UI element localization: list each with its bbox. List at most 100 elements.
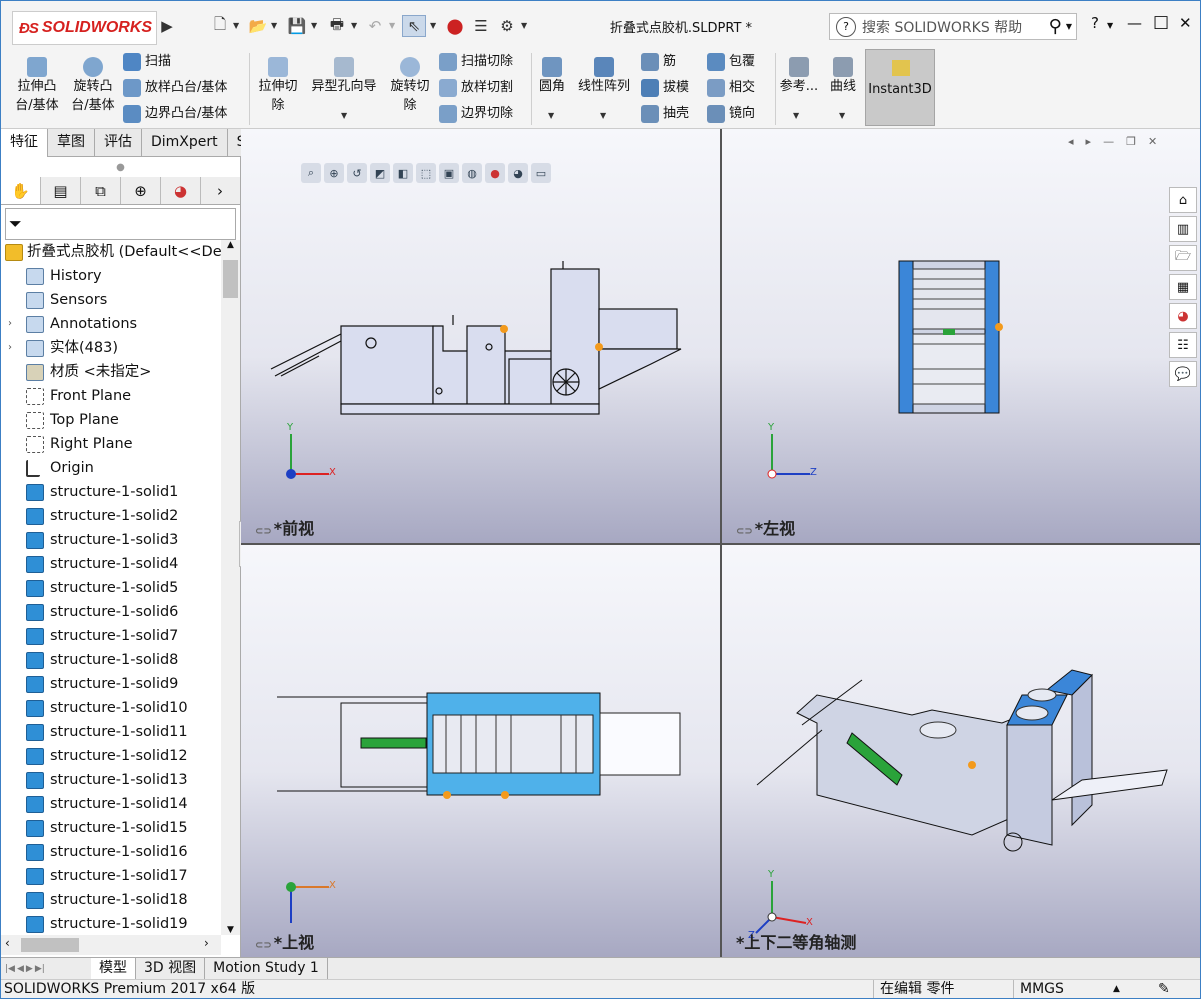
more-tabs-chevron-icon[interactable]: › — [201, 177, 239, 204]
tree-item[interactable]: structure-1-solid5 — [1, 576, 221, 600]
scroll-up-arrow-icon[interactable]: ▲ — [221, 240, 240, 250]
rib-button[interactable]: 筋 — [641, 52, 676, 72]
hole-wizard-button[interactable]: 异型孔向导 — [306, 57, 382, 96]
tab-2[interactable]: 评估 — [95, 129, 142, 157]
undo-icon[interactable]: ↶ — [363, 15, 387, 37]
tree-item[interactable]: structure-1-solid13 — [1, 768, 221, 792]
close-button[interactable]: ✕ — [1179, 14, 1192, 32]
horizontal-viewport-splitter[interactable] — [241, 543, 1200, 545]
expand-menu-arrow-icon[interactable]: ▶ — [159, 15, 175, 37]
mirror-button[interactable]: 镜向 — [707, 104, 755, 124]
help-search-box[interactable]: ? 搜索 SOLIDWORKS 帮助 ⚲ ▼ — [829, 13, 1077, 40]
link-views-icon[interactable]: ⊂⊃ — [255, 526, 272, 537]
tree-item[interactable]: Origin — [1, 456, 221, 480]
search-input[interactable]: 搜索 SOLIDWORKS 帮助 — [862, 17, 1049, 37]
viewport-window-controls[interactable]: ◂▸—❐✕ — [1068, 135, 1169, 148]
minimize-button[interactable]: — — [1127, 14, 1142, 32]
display-manager-tab-icon[interactable]: ◕ — [161, 177, 201, 204]
viewport-top[interactable]: X ⊂⊃ *上视 — [241, 545, 720, 957]
undo-dropdown-arrow-icon[interactable]: ▼ — [389, 21, 395, 30]
print-icon[interactable]: 🖶 — [325, 15, 349, 37]
tree-item[interactable]: structure-1-solid3 — [1, 528, 221, 552]
restore-view-icon[interactable]: ❐ — [1126, 135, 1148, 148]
viewport-left[interactable]: Y Z ◂▸—❐✕ ⊂⊃ *左视 — [722, 129, 1200, 543]
sweep-button[interactable]: 扫描 — [123, 52, 171, 72]
tree-item[interactable]: structure-1-solid9 — [1, 672, 221, 696]
configuration-manager-tab-icon[interactable]: ⧉ — [81, 177, 121, 204]
file-properties-icon[interactable]: ☰ — [469, 15, 493, 37]
file-explorer-icon[interactable]: 🗁 — [1169, 245, 1197, 271]
tree-item[interactable]: Sensors — [1, 288, 221, 312]
appearances-scenes-icon[interactable]: ◕ — [1169, 303, 1197, 329]
tree-item[interactable]: Top Plane — [1, 408, 221, 432]
revolve-cut-button[interactable]: 旋转切除 — [387, 57, 433, 115]
select-pointer-icon[interactable]: ⇖ — [402, 15, 426, 37]
tree-item[interactable]: structure-1-solid19 — [1, 912, 221, 935]
units-dropdown-arrow-icon[interactable]: ▲ — [1113, 980, 1120, 998]
tree-item[interactable]: structure-1-solid16 — [1, 840, 221, 864]
tree-item[interactable]: structure-1-solid6 — [1, 600, 221, 624]
tree-item[interactable]: structure-1-solid11 — [1, 720, 221, 744]
status-message-icon[interactable]: ✎ — [1158, 980, 1170, 998]
fillet-button[interactable]: 圆角 — [537, 57, 567, 96]
options-dropdown-arrow-icon[interactable]: ▼ — [521, 21, 527, 30]
boundary-boss-button[interactable]: 边界凸台/基体 — [123, 104, 227, 124]
wrap-button[interactable]: 包覆 — [707, 52, 755, 72]
view-palette-icon[interactable]: ▦ — [1169, 274, 1197, 300]
save-dropdown-arrow-icon[interactable]: ▼ — [311, 21, 317, 30]
minimize-view-icon[interactable]: — — [1103, 135, 1126, 148]
graphics-area[interactable]: Y X ⊂⊃ *前视 Y Z ◂▸—❐✕ ⊂⊃ *左视 X ⊂⊃ *上视 Y X… — [241, 129, 1200, 957]
lofted-cut-button[interactable]: 放样切割 — [439, 78, 513, 98]
tree-item[interactable]: structure-1-solid2 — [1, 504, 221, 528]
tab-0[interactable]: 特征 — [1, 129, 48, 157]
tab-1[interactable]: 草图 — [48, 129, 95, 157]
tree-item[interactable]: structure-1-solid14 — [1, 792, 221, 816]
tree-item[interactable]: History — [1, 264, 221, 288]
hole-wizard-dropdown-arrow-icon[interactable]: ▼ — [341, 111, 347, 120]
viewport-isometric[interactable]: Y X Z *上下二等角轴测 — [722, 545, 1200, 957]
feature-manager-tab-icon[interactable]: ✋ — [1, 177, 41, 204]
reference-dropdown-arrow-icon[interactable]: ▼ — [793, 111, 799, 120]
tree-item[interactable]: structure-1-solid15 — [1, 816, 221, 840]
tree-vertical-scrollbar[interactable]: ▲ ▼ — [221, 240, 240, 935]
link-views-icon[interactable]: ⊂⊃ — [255, 940, 272, 951]
zoom-to-fit-icon[interactable]: ⌕ — [301, 163, 321, 183]
prev-tab-icon[interactable]: ◀ — [17, 964, 24, 974]
tree-item[interactable]: structure-1-solid7 — [1, 624, 221, 648]
tree-item[interactable]: Front Plane — [1, 384, 221, 408]
draft-button[interactable]: 拔模 — [641, 78, 689, 98]
open-dropdown-arrow-icon[interactable]: ▼ — [271, 21, 277, 30]
scroll-down-arrow-icon[interactable]: ▼ — [221, 925, 240, 935]
zoom-to-area-icon[interactable]: ⊕ — [324, 163, 344, 183]
vertical-scroll-thumb[interactable] — [223, 260, 238, 298]
select-dropdown-arrow-icon[interactable]: ▼ — [430, 21, 436, 30]
status-units[interactable]: MMGS — [1013, 980, 1064, 998]
forum-icon[interactable]: 💬 — [1169, 361, 1197, 387]
edit-appearance-icon[interactable]: ● — [485, 163, 505, 183]
expand-arrow-icon[interactable]: › — [8, 336, 12, 360]
pattern-dropdown-arrow-icon[interactable]: ▼ — [600, 111, 606, 120]
tree-item[interactable]: structure-1-solid12 — [1, 744, 221, 768]
tree-item[interactable]: 材质 <未指定> — [1, 360, 221, 384]
next-view-icon[interactable]: ▸ — [1086, 135, 1104, 148]
first-tab-icon[interactable]: |◀ — [5, 964, 15, 974]
next-tab-icon[interactable]: ▶ — [26, 964, 33, 974]
bottom-tab-1[interactable]: 3D 视图 — [136, 958, 206, 979]
search-dropdown-arrow-icon[interactable]: ▼ — [1066, 22, 1072, 31]
rebuild-traffic-light-icon[interactable]: ⬤ — [443, 15, 467, 37]
loft-boss-button[interactable]: 放样凸台/基体 — [123, 78, 227, 98]
options-gear-icon[interactable]: ⚙ — [495, 15, 519, 37]
tab-scroll-arrows[interactable]: |◀ ◀ ▶ ▶| — [1, 958, 91, 979]
shell-button[interactable]: 抽壳 — [641, 104, 689, 124]
prev-view-icon[interactable]: ◂ — [1068, 135, 1086, 148]
expand-arrow-icon[interactable]: › — [8, 312, 12, 336]
new-document-icon[interactable]: 🗋 — [208, 15, 232, 37]
link-views-icon[interactable]: ⊂⊃ — [736, 526, 753, 537]
apply-scene-icon[interactable]: ◕ — [508, 163, 528, 183]
tree-root-part[interactable]: 折叠式点胶机 (Default<<De — [1, 240, 221, 264]
curves-dropdown-arrow-icon[interactable]: ▼ — [839, 111, 845, 120]
curves-button[interactable]: 曲线 — [825, 57, 861, 96]
revolve-boss-button[interactable]: 旋转凸台/基体 — [67, 57, 119, 115]
intersect-button[interactable]: 相交 — [707, 78, 755, 98]
bottom-tab-2[interactable]: Motion Study 1 — [205, 958, 328, 979]
